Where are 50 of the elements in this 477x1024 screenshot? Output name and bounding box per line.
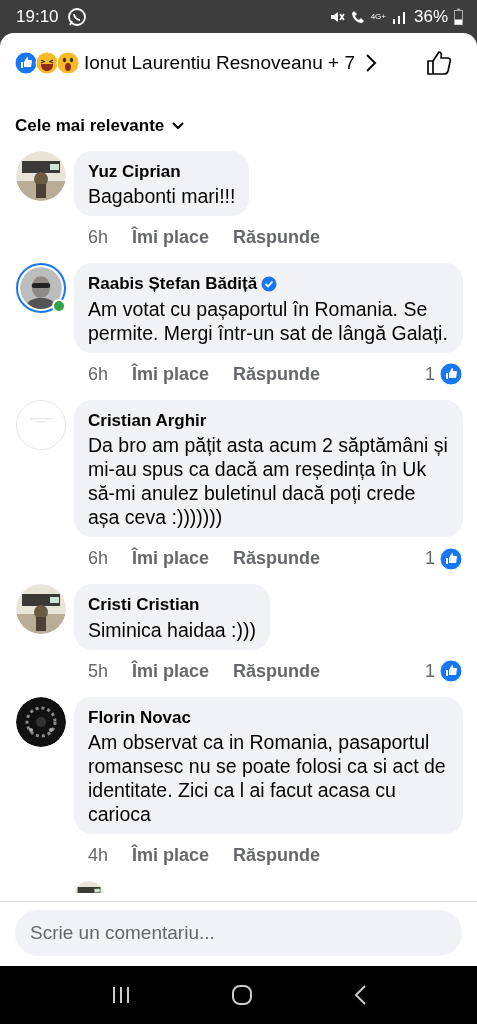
like-link[interactable]: Îmi place xyxy=(132,545,210,572)
author-name[interactable]: Cristi Cristian xyxy=(88,592,200,618)
reactors-link[interactable]: Ionut Laurentiu Resnoveanu + 7 xyxy=(84,48,355,78)
timestamp: 6h xyxy=(88,362,109,386)
like-icon[interactable] xyxy=(425,49,453,77)
author-name[interactable]: Yuz Ciprian xyxy=(88,158,181,184)
author-name[interactable]: Cristian Arghir xyxy=(88,407,207,433)
timestamp: 5h xyxy=(88,659,109,683)
call-icon xyxy=(350,9,365,24)
back-icon[interactable] xyxy=(353,984,368,1006)
comment-text: Bagabonti mari!!! xyxy=(88,184,236,208)
comment-input[interactable]: Scrie un comentariu... xyxy=(15,910,462,956)
reply-link[interactable]: Răspunde xyxy=(233,360,321,388)
timestamp: 6h xyxy=(88,226,109,249)
like-count: 1 xyxy=(425,362,435,386)
chevron-right-icon[interactable] xyxy=(364,53,377,73)
like-link[interactable]: Îmi place xyxy=(132,360,210,388)
comment-text: Siminica haidaa :))) xyxy=(88,617,256,642)
chat-app-icon xyxy=(66,6,87,27)
sort-label[interactable]: Cele mai relevante xyxy=(15,113,165,139)
battery-icon xyxy=(454,8,463,25)
author-name[interactable]: Raabis Ștefan Bădiță xyxy=(88,271,258,297)
comment-text: Da bro am pățit asta acum 2 săptămâni și mi-au spus ca dacă am reședința în Uk să-mi anulez buletinul dacă poți crede așa ceva :))))))) xyxy=(88,433,449,529)
home-icon[interactable] xyxy=(231,984,254,1006)
like-reaction-icon xyxy=(439,362,463,386)
surprised-emoji-icon xyxy=(56,51,80,75)
network-label: 4G+ xyxy=(370,12,386,21)
comment-text: Am votat cu pașaportul în Romania. Se permite. Mergi într-un sat de lângă Galați. xyxy=(88,296,449,345)
comment-text: Am observat ca in Romania, pasaportul romansesc nu se poate folosi ca si act de identitate. Zici ca l ai facut acasa cu carioca xyxy=(88,730,447,826)
author-name[interactable]: Florin Novac xyxy=(88,704,191,730)
clock-time: 19:10 xyxy=(16,5,59,28)
timestamp: 6h xyxy=(88,547,109,570)
reply-link[interactable]: Răspunde xyxy=(233,224,321,251)
like-count: 1 xyxy=(425,659,435,683)
like-link[interactable]: Îmi place xyxy=(132,842,210,869)
reply-link[interactable]: Răspunde xyxy=(233,842,321,869)
reply-link[interactable]: Răspunde xyxy=(233,657,321,685)
like-reaction-icon xyxy=(439,546,463,571)
story-ring[interactable] xyxy=(16,263,66,313)
like-reaction-icon xyxy=(14,51,38,75)
like-link[interactable]: Îmi place xyxy=(132,224,210,251)
battery-percent: 36% xyxy=(413,5,448,28)
chevron-down-icon xyxy=(172,121,185,130)
like-reaction-icon xyxy=(439,659,463,683)
laughing-emoji-icon xyxy=(35,51,59,75)
like-link[interactable]: Îmi place xyxy=(132,657,210,685)
like-count: 1 xyxy=(425,547,435,570)
timestamp: 4h xyxy=(88,844,109,867)
signal-icon xyxy=(391,9,408,24)
reply-link[interactable]: Răspunde xyxy=(233,545,321,572)
